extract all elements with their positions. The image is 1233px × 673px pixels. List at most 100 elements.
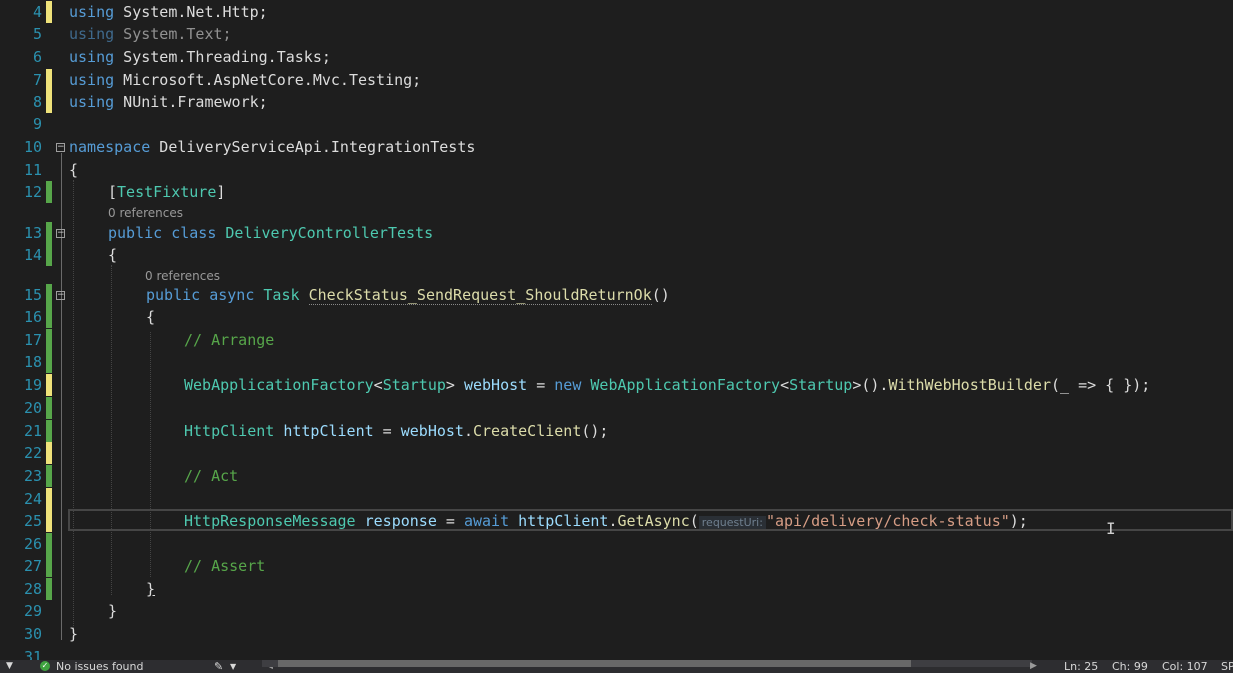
- type-name: HttpClient: [184, 422, 275, 440]
- line-number: 12: [23, 183, 42, 201]
- type-name: WebApplicationFactory: [184, 376, 374, 394]
- keyword: public: [108, 224, 163, 242]
- angle-bracket: <: [780, 376, 790, 394]
- method-name: CreateClient: [473, 422, 582, 440]
- line-number: 21: [23, 422, 42, 440]
- method-name: GetAsync: [617, 512, 690, 530]
- code-line: 31: [0, 646, 1233, 660]
- change-marker: [46, 555, 52, 577]
- punctuation: ().: [861, 376, 889, 394]
- keyword: using: [69, 48, 115, 66]
- lambda-args: (_ => { });: [1051, 376, 1151, 394]
- code-editor[interactable]: 4 using System.Net.Http; 5 using System.…: [0, 0, 1233, 660]
- change-marker: [46, 222, 52, 244]
- variable-name: webHost: [400, 422, 464, 440]
- brace: {: [108, 246, 118, 264]
- line-number: 7: [32, 71, 42, 89]
- code-line: 27 // Assert: [0, 555, 1233, 577]
- change-marker: [46, 351, 52, 373]
- code-line: 15 − public async Task CheckStatus_SendR…: [0, 284, 1233, 306]
- variable-name: httpClient: [283, 422, 374, 440]
- code-line: 13 − public class DeliveryControllerTest…: [0, 222, 1233, 244]
- line-number: 22: [23, 444, 42, 462]
- scroll-right-icon[interactable]: ▶: [1030, 660, 1037, 673]
- line-number: 20: [23, 399, 42, 417]
- keyword: namespace: [69, 138, 151, 156]
- line-number: 5: [32, 25, 42, 43]
- chevron-down-icon[interactable]: ▼: [6, 660, 13, 673]
- line-number: 30: [23, 625, 42, 643]
- brace: }: [146, 580, 156, 598]
- line-number: 16: [23, 308, 42, 326]
- change-marker: [46, 578, 52, 600]
- line-number: 29: [23, 602, 42, 620]
- change-marker: [46, 420, 52, 442]
- code-line[interactable]: 25 HttpResponseMessage response = await …: [0, 510, 1233, 532]
- angle-bracket: >: [852, 376, 862, 394]
- change-marker: [46, 91, 52, 113]
- method-references-codelens[interactable]: 0 references: [145, 269, 220, 283]
- angle-bracket: <: [373, 376, 383, 394]
- chevron-down-icon[interactable]: ▼: [230, 660, 236, 673]
- code-line: 20: [0, 397, 1233, 419]
- code-line: 26: [0, 533, 1233, 555]
- class-references-codelens[interactable]: 0 references: [108, 206, 183, 220]
- change-marker: [46, 510, 52, 532]
- code-line: 6 using System.Threading.Tasks;: [0, 46, 1233, 68]
- namespace-name: DeliveryServiceApi.IntegrationTests: [150, 138, 476, 156]
- scrollbar-thumb[interactable]: [278, 660, 911, 667]
- line-number: 4: [32, 3, 42, 21]
- collapse-icon[interactable]: −: [56, 229, 65, 238]
- code-line: 8 using NUnit.Framework;: [0, 91, 1233, 113]
- code-line: 17 // Arrange: [0, 329, 1233, 351]
- operator: =: [373, 422, 401, 440]
- variable-name: webHost: [463, 376, 528, 394]
- keyword: using: [69, 71, 115, 89]
- code-line: 5 using System.Text;: [0, 23, 1233, 45]
- attribute-name: TestFixture: [117, 183, 217, 201]
- namespace-name: System.Net.Http;: [114, 3, 268, 21]
- keyword: using: [69, 93, 115, 111]
- keyword: using: [69, 25, 115, 43]
- punctuation: .: [608, 512, 618, 530]
- brace: }: [69, 625, 79, 643]
- change-marker: [46, 374, 52, 396]
- punctuation: .: [463, 422, 473, 440]
- change-marker: [46, 397, 52, 419]
- whitespace-mode[interactable]: SP: [1221, 660, 1233, 673]
- change-marker: [46, 69, 52, 91]
- line-number: 19: [23, 376, 42, 394]
- code-line: 18: [0, 351, 1233, 373]
- parameter-hint: requestUri:: [698, 516, 766, 529]
- line-number: 23: [23, 467, 42, 485]
- punctuation: ();: [581, 422, 609, 440]
- comment: // Act: [184, 467, 239, 485]
- issues-status[interactable]: No issues found: [56, 660, 143, 673]
- bracket: [: [108, 183, 118, 201]
- operator: =: [436, 512, 464, 530]
- keyword: using: [69, 3, 115, 21]
- namespace-name: System.Text;: [114, 25, 232, 43]
- column-indicator[interactable]: Col: 107: [1162, 660, 1208, 673]
- char-indicator[interactable]: Ch: 99: [1112, 660, 1148, 673]
- angle-bracket: >: [445, 376, 455, 394]
- line-number: 28: [23, 580, 42, 598]
- variable-name: response: [364, 512, 437, 530]
- line-number: 25: [23, 512, 42, 530]
- line-number: 15: [23, 286, 42, 304]
- brush-icon[interactable]: ✎: [214, 660, 223, 673]
- line-number: 27: [23, 557, 42, 575]
- line-indicator[interactable]: Ln: 25: [1064, 660, 1098, 673]
- brace: {: [146, 308, 156, 326]
- collapse-icon[interactable]: −: [56, 143, 65, 152]
- namespace-name: NUnit.Framework;: [114, 93, 268, 111]
- change-marker: [46, 329, 52, 351]
- method-name: CheckStatus_SendRequest_ShouldReturnOk: [308, 286, 652, 305]
- brace: }: [108, 602, 118, 620]
- code-line: 23 // Act: [0, 465, 1233, 487]
- line-number: 8: [32, 93, 42, 111]
- collapse-icon[interactable]: −: [56, 291, 65, 300]
- namespace-name: System.Threading.Tasks;: [114, 48, 331, 66]
- type-name: HttpResponseMessage: [184, 512, 356, 530]
- line-number: 18: [23, 353, 42, 371]
